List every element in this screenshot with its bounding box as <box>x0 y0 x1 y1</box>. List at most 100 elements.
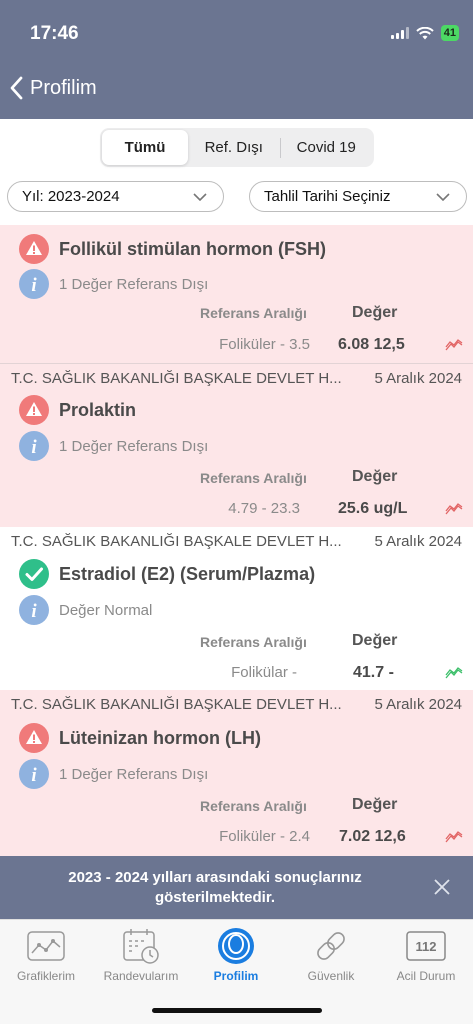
year-select[interactable]: Yıl: 2023-2024 <box>7 181 224 212</box>
result-info-row: i 1 Değer Referans Dışı <box>19 431 208 461</box>
warning-icon <box>19 395 49 425</box>
ref-range-value: Folikülar - <box>231 664 297 681</box>
tab-acil-durum[interactable]: 112 Acil Durum <box>381 926 471 983</box>
hospital-name: T.C. SAĞLIK BAKANLIĞI BAŞKALE DEVLET H..… <box>11 370 342 387</box>
result-header: T.C. SAĞLIK BAKANLIĞI BAŞKALE DEVLET H..… <box>11 370 462 387</box>
ref-range-value: 4.79 - 23.3 <box>228 500 300 517</box>
year-select-value: Yıl: 2023-2024 <box>22 188 120 205</box>
warning-icon <box>19 234 49 264</box>
segmented-control: Tümü Ref. Dışı Covid 19 <box>100 128 374 167</box>
result-title-row: Estradiol (E2) (Serum/Plazma) <box>19 559 315 589</box>
result-card-prolaktin[interactable]: T.C. SAĞLIK BAKANLIĞI BAŞKALE DEVLET H..… <box>0 364 473 527</box>
result-info: 1 Değer Referans Dışı <box>59 437 209 455</box>
info-icon: i <box>19 269 49 299</box>
tab-profilim[interactable]: Profilim <box>191 926 281 983</box>
close-icon[interactable] <box>433 878 451 896</box>
ref-range-value: Foliküler - 2.4 <box>219 828 310 845</box>
status-time: 17:46 <box>30 23 79 44</box>
tab-label: Profilim <box>213 969 259 983</box>
battery-icon: 41 <box>440 25 459 41</box>
date-select[interactable]: Tahlil Tarihi Seçiniz <box>249 181 467 212</box>
result-card-estradiol[interactable]: T.C. SAĞLIK BAKANLIĞI BAŞKALE DEVLET H..… <box>0 527 473 690</box>
trend-chart-icon[interactable] <box>445 503 463 515</box>
info-icon: i <box>19 431 49 461</box>
status-icons: 41 <box>390 25 459 41</box>
result-value: 41.7 - <box>353 664 394 681</box>
chevron-down-icon <box>436 192 450 201</box>
info-icon: i <box>19 595 49 625</box>
tab-randevularim[interactable]: Randevularım <box>96 926 186 983</box>
result-info: Değer Normal <box>59 601 153 619</box>
result-title-row: Prolaktin <box>19 395 136 425</box>
ref-range-header: Referans Aralığı <box>200 470 307 486</box>
tab-all[interactable]: Tümü <box>102 130 188 165</box>
svg-text:i: i <box>31 601 37 622</box>
check-circle-icon <box>19 559 49 589</box>
ref-range-header: Referans Aralığı <box>200 634 307 650</box>
result-title-row: Follikül stimülan hormon (FSH) <box>19 234 326 264</box>
tab-label: Acil Durum <box>396 969 456 983</box>
app-header: 17:46 41 Profilim <box>0 0 473 119</box>
result-info: 1 Değer Referans Dışı <box>59 765 209 783</box>
warning-icon <box>19 723 49 753</box>
hospital-name: T.C. SAĞLIK BAKANLIĞI BAŞKALE DEVLET H..… <box>11 533 342 550</box>
trend-chart-icon[interactable] <box>445 831 463 843</box>
result-card-lh[interactable]: T.C. SAĞLIK BAKANLIĞI BAŞKALE DEVLET H..… <box>0 690 473 856</box>
calendar-icon <box>123 929 159 964</box>
result-title-row: Lüteinizan hormon (LH) <box>19 723 261 753</box>
info-icon: i <box>19 759 49 789</box>
result-header: T.C. SAĞLIK BAKANLIĞI BAŞKALE DEVLET H..… <box>11 696 462 713</box>
emergency-112-icon: 112 <box>406 931 446 961</box>
svg-text:i: i <box>31 437 37 458</box>
result-value: 7.02 12,6 <box>339 828 406 845</box>
result-card-fsh[interactable]: Follikül stimülan hormon (FSH) i 1 Değer… <box>0 225 473 363</box>
result-date: 5 Aralık 2024 <box>374 370 462 387</box>
result-date: 5 Aralık 2024 <box>374 533 462 550</box>
chevron-left-icon <box>10 76 23 100</box>
info-banner: 2023 - 2024 yılları arasındaki sonuçları… <box>0 856 473 919</box>
emergency-number: 112 <box>416 939 437 954</box>
tab-label: Grafiklerim <box>16 969 75 983</box>
link-icon <box>317 932 345 960</box>
result-header: T.C. SAĞLIK BAKANLIĞI BAŞKALE DEVLET H..… <box>11 533 462 550</box>
value-header: Değer <box>352 304 398 321</box>
back-button[interactable]: Profilim <box>10 76 97 100</box>
banner-text: 2023 - 2024 yılları arasındaki sonuçları… <box>68 869 362 906</box>
result-info-row: i Değer Normal <box>19 595 152 625</box>
tab-guvenlik[interactable]: Güvenlik <box>286 926 376 983</box>
page-title: Profilim <box>30 76 97 99</box>
value-header: Değer <box>352 632 398 649</box>
result-info-row: i 1 Değer Referans Dışı <box>19 759 208 789</box>
value-header: Değer <box>352 468 398 485</box>
tab-grafiklerim[interactable]: Grafiklerim <box>1 926 91 983</box>
ref-range-value: Foliküler - 3.5 <box>219 336 310 353</box>
result-date: 5 Aralık 2024 <box>374 696 462 713</box>
chevron-down-icon <box>193 192 207 201</box>
result-value: 6.08 12,5 <box>338 336 405 353</box>
wifi-icon <box>416 26 434 39</box>
ref-range-header: Referans Aralığı <box>200 305 307 321</box>
chart-icon <box>27 931 65 961</box>
ref-range-header: Referans Aralığı <box>200 798 307 814</box>
tab-label: Randevularım <box>103 969 179 983</box>
hospital-name: T.C. SAĞLIK BAKANLIĞI BAŞKALE DEVLET H..… <box>11 696 342 713</box>
tab-out-of-reference[interactable]: Ref. Dışı <box>188 130 280 165</box>
result-title: Prolaktin <box>59 399 137 420</box>
result-title: Estradiol (E2) (Serum/Plazma) <box>59 563 316 584</box>
svg-text:i: i <box>31 765 37 786</box>
result-info-row: i 1 Değer Referans Dışı <box>19 269 208 299</box>
profile-icon <box>218 928 254 964</box>
result-title: Follikül stimülan hormon (FSH) <box>59 238 326 259</box>
result-value: 25.6 ug/L <box>338 500 408 517</box>
trend-chart-icon[interactable] <box>445 339 463 351</box>
date-select-value: Tahlil Tarihi Seçiniz <box>264 188 391 205</box>
signal-icon <box>390 27 409 39</box>
result-info: 1 Değer Referans Dışı <box>59 275 209 293</box>
tab-covid-19[interactable]: Covid 19 <box>281 130 373 165</box>
svg-text:i: i <box>31 275 37 296</box>
result-title: Lüteinizan hormon (LH) <box>59 727 261 748</box>
value-header: Değer <box>352 796 398 813</box>
trend-chart-icon[interactable] <box>445 667 463 679</box>
home-indicator <box>152 1008 322 1013</box>
tab-label: Güvenlik <box>307 969 355 983</box>
